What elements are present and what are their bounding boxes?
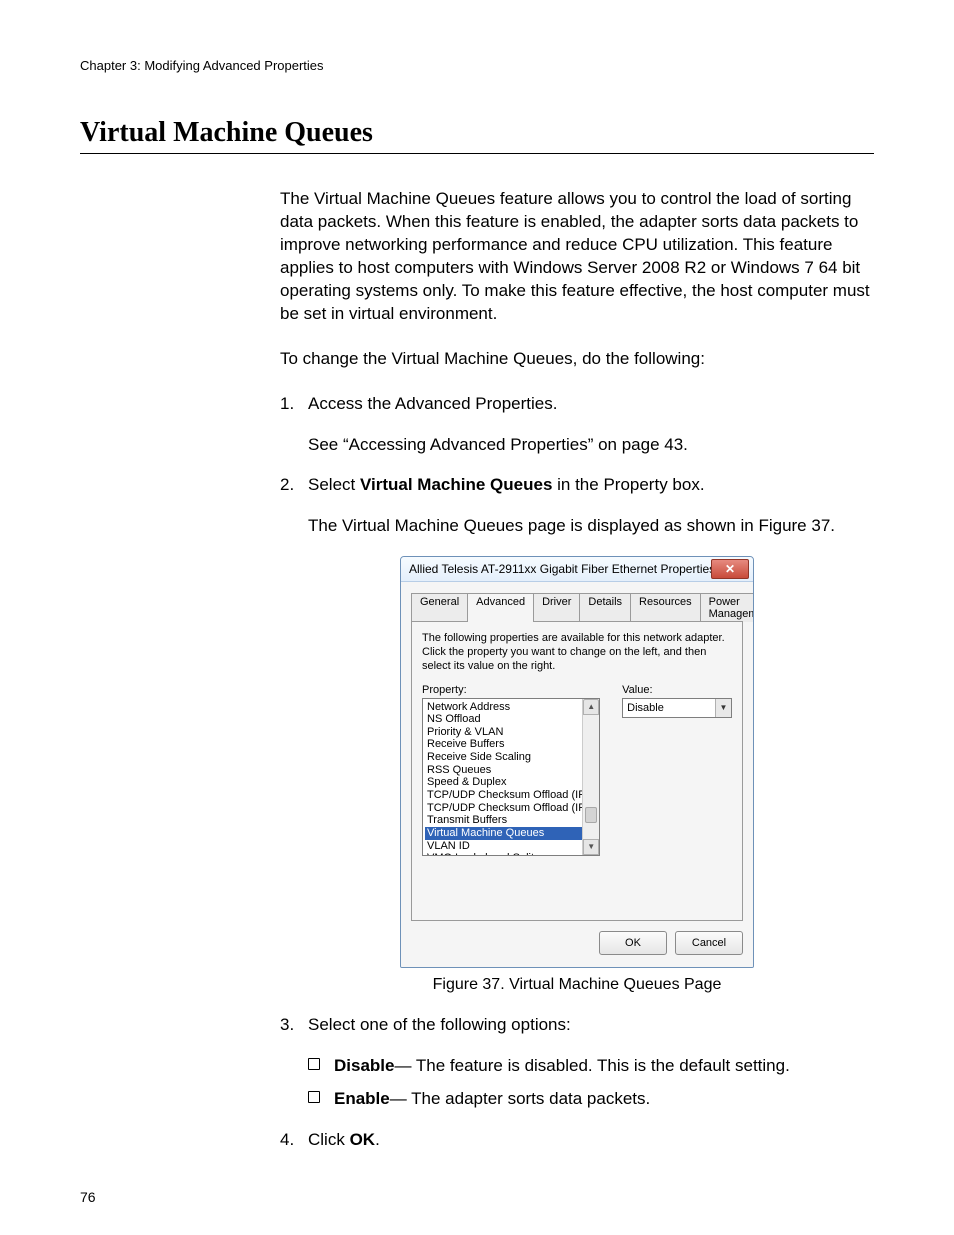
option-bold: Enable <box>334 1089 390 1108</box>
tab-driver[interactable]: Driver <box>533 593 580 622</box>
tab-strip: General Advanced Driver Details Resource… <box>411 592 743 621</box>
scroll-thumb[interactable] <box>585 807 597 823</box>
scroll-down-button[interactable]: ▼ <box>583 839 599 855</box>
property-item[interactable]: RSS Queues <box>425 764 599 777</box>
dialog-titlebar[interactable]: Allied Telesis AT-2911xx Gigabit Fiber E… <box>401 557 753 582</box>
step-4-post: . <box>375 1130 380 1149</box>
step-number: 1. <box>280 393 308 416</box>
property-item[interactable]: Receive Buffers <box>425 738 599 751</box>
step-2-sub: The Virtual Machine Queues page is displ… <box>308 515 874 538</box>
tab-general[interactable]: General <box>411 593 468 622</box>
property-item[interactable]: VLAN ID <box>425 840 599 853</box>
bullet-icon <box>308 1055 334 1070</box>
intro-paragraph: The Virtual Machine Queues feature allow… <box>280 188 874 326</box>
properties-dialog: Allied Telesis AT-2911xx Gigabit Fiber E… <box>400 556 754 968</box>
option-text: — The adapter sorts data packets. <box>390 1089 651 1108</box>
property-item[interactable]: TCP/UDP Checksum Offload (IPv4 <box>425 789 599 802</box>
property-item[interactable]: Network Address <box>425 701 599 714</box>
scroll-up-button[interactable]: ▲ <box>583 699 599 715</box>
tab-advanced[interactable]: Advanced <box>467 593 534 622</box>
value-label: Value: <box>622 684 732 696</box>
ok-button[interactable]: OK <box>599 931 667 955</box>
option-enable: Enable— The adapter sorts data packets. <box>308 1088 874 1111</box>
figure-wrap: Allied Telesis AT-2911xx Gigabit Fiber E… <box>280 556 874 968</box>
step-number: 4. <box>280 1129 308 1152</box>
dialog-button-row: OK Cancel <box>411 931 743 955</box>
step-2-pre: Select <box>308 475 360 494</box>
property-item[interactable]: Transmit Buffers <box>425 814 599 827</box>
property-listbox[interactable]: Network AddressNS OffloadPriority & VLAN… <box>422 698 600 856</box>
options-list: Disable— The feature is disabled. This i… <box>308 1055 874 1111</box>
step-number: 3. <box>280 1014 308 1037</box>
chevron-up-icon: ▲ <box>587 702 595 711</box>
tab-details[interactable]: Details <box>579 593 631 622</box>
step-4-pre: Click <box>308 1130 350 1149</box>
value-text: Disable <box>623 702 715 714</box>
close-icon: ✕ <box>725 563 735 575</box>
property-item[interactable]: Virtual Machine Queues <box>425 827 599 840</box>
property-list-inner: Network AddressNS OffloadPriority & VLAN… <box>423 699 599 856</box>
panel-explain: The following properties are available f… <box>422 632 732 673</box>
property-item[interactable]: TCP/UDP Checksum Offload (IPv6 <box>425 802 599 815</box>
step-1-sub: See “Accessing Advanced Properties” on p… <box>308 434 874 457</box>
running-header: Chapter 3: Modifying Advanced Properties <box>80 58 874 73</box>
dialog-title-text: Allied Telesis AT-2911xx Gigabit Fiber E… <box>409 562 715 576</box>
step-text: Select Virtual Machine Queues in the Pro… <box>308 474 874 497</box>
chevron-down-icon: ▼ <box>720 703 728 712</box>
property-item[interactable]: Receive Side Scaling <box>425 751 599 764</box>
chevron-down-icon: ▼ <box>587 842 595 851</box>
option-disable: Disable— The feature is disabled. This i… <box>308 1055 874 1078</box>
step-text: Select one of the following options: <box>308 1014 874 1037</box>
figure-caption: Figure 37. Virtual Machine Queues Page <box>280 976 874 994</box>
step-1: 1. Access the Advanced Properties. <box>280 393 874 416</box>
option-text: — The feature is disabled. This is the d… <box>394 1056 789 1075</box>
page-number: 76 <box>80 1189 96 1205</box>
step-number: 2. <box>280 474 308 497</box>
step-text: Click OK. <box>308 1129 874 1152</box>
value-dropdown[interactable]: Disable ▼ <box>622 698 732 718</box>
tab-power-management[interactable]: Power Management <box>700 593 754 622</box>
property-label: Property: <box>422 684 600 696</box>
close-button[interactable]: ✕ <box>711 559 749 579</box>
step-2-bold: Virtual Machine Queues <box>360 475 552 494</box>
property-item[interactable]: VMQ Lookahead Split <box>425 852 599 855</box>
section-title: Virtual Machine Queues <box>80 117 874 154</box>
cancel-button[interactable]: Cancel <box>675 931 743 955</box>
step-4: 4. Click OK. <box>280 1129 874 1152</box>
step-3: 3. Select one of the following options: <box>280 1014 874 1037</box>
property-item[interactable]: Speed & Duplex <box>425 776 599 789</box>
property-item[interactable]: Priority & VLAN <box>425 726 599 739</box>
tab-resources[interactable]: Resources <box>630 593 701 622</box>
dropdown-button[interactable]: ▼ <box>715 699 731 717</box>
scrollbar[interactable]: ▲ ▼ <box>582 699 599 855</box>
step-2-post: in the Property box. <box>552 475 704 494</box>
property-item[interactable]: NS Offload <box>425 713 599 726</box>
option-bold: Disable <box>334 1056 394 1075</box>
step-text: Access the Advanced Properties. <box>308 393 874 416</box>
step-2: 2. Select Virtual Machine Queues in the … <box>280 474 874 497</box>
tab-panel-advanced: The following properties are available f… <box>411 621 743 921</box>
dialog-body: General Advanced Driver Details Resource… <box>401 582 753 967</box>
lead-in: To change the Virtual Machine Queues, do… <box>280 348 874 371</box>
bullet-icon <box>308 1088 334 1103</box>
step-4-bold: OK <box>350 1130 376 1149</box>
